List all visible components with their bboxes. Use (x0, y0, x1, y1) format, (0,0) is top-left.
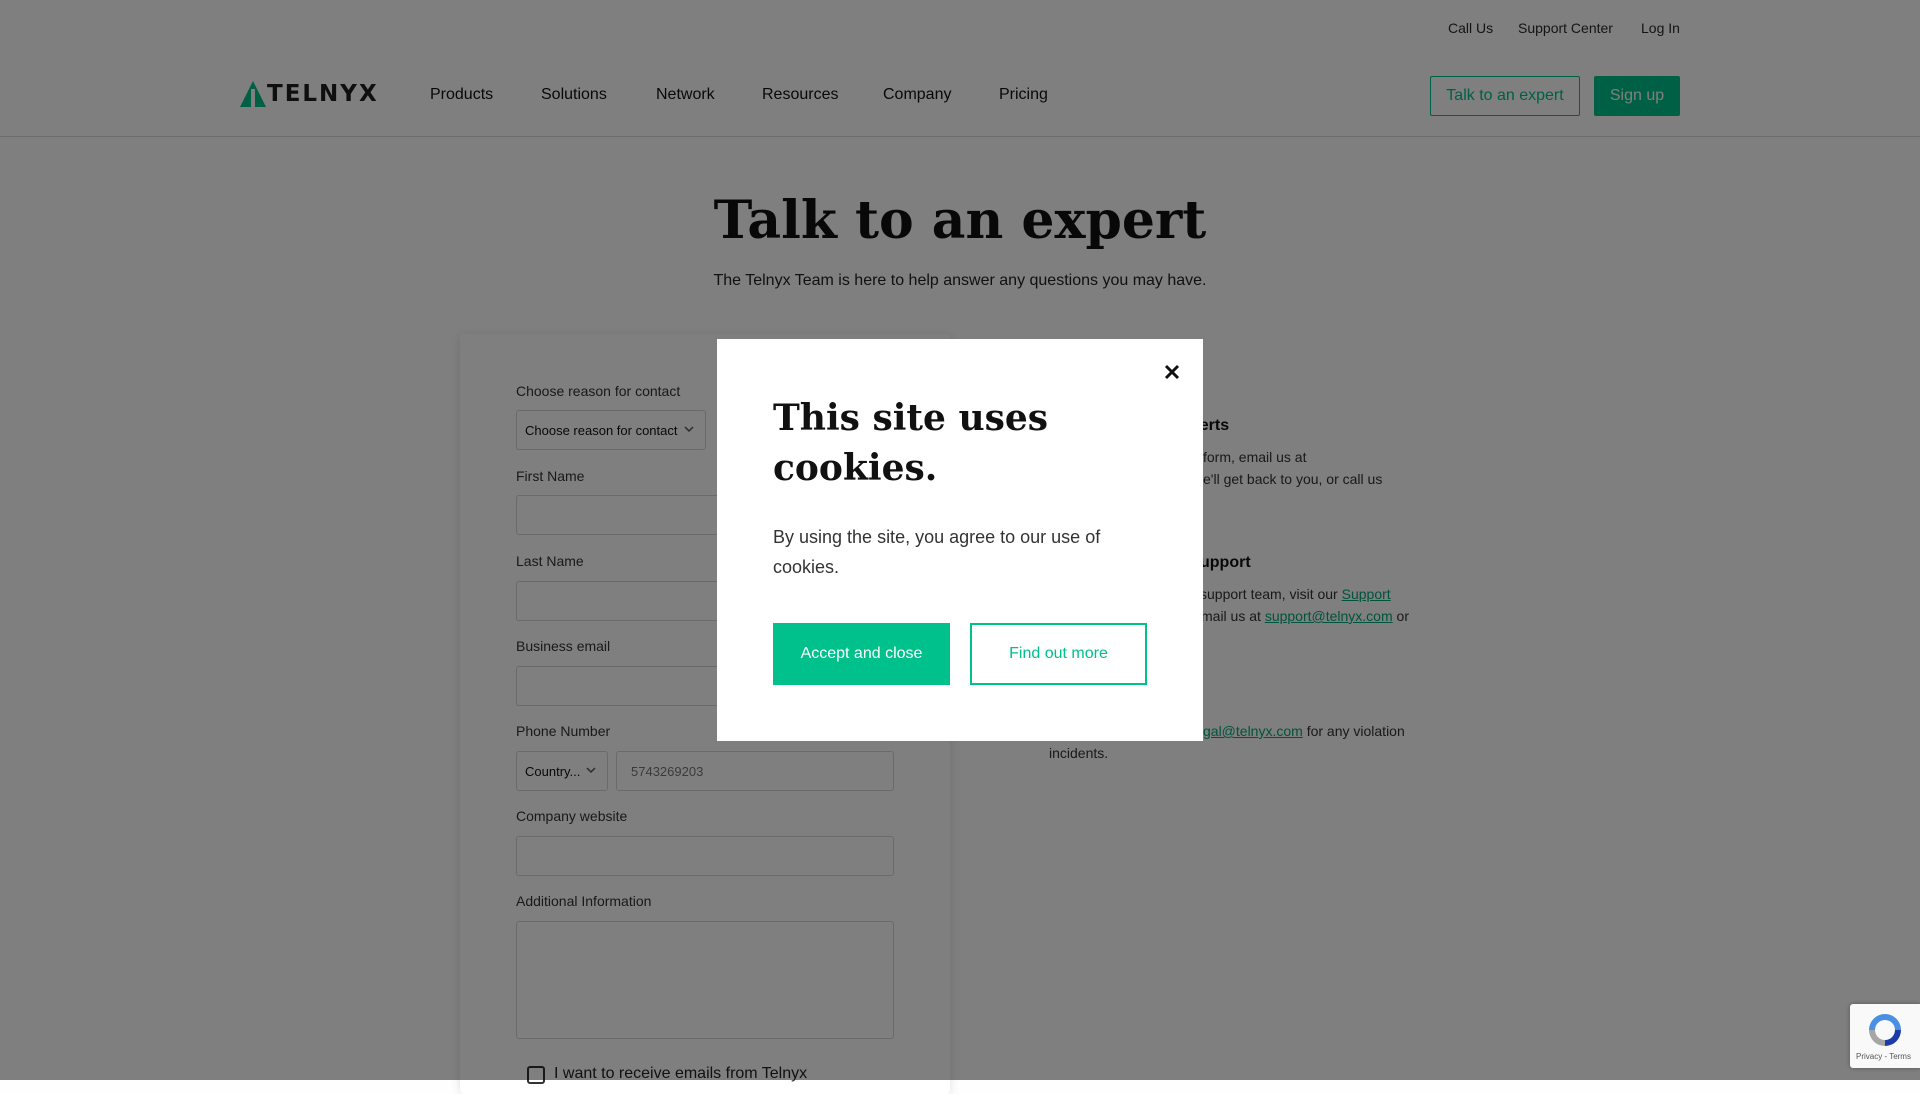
cookie-modal-title: This site uses cookies. (773, 397, 1049, 489)
close-icon[interactable] (1160, 360, 1184, 384)
recaptcha-badge[interactable]: Privacy - Terms (1850, 1004, 1920, 1068)
cookie-modal-body: By using the site, you agree to our use … (773, 527, 1101, 577)
find-out-more-button[interactable]: Find out more (970, 623, 1147, 685)
accept-and-close-button[interactable]: Accept and close (773, 623, 950, 685)
recaptcha-logo-icon (1869, 1014, 1901, 1046)
recaptcha-footer[interactable]: Privacy - Terms (1856, 1052, 1911, 1061)
